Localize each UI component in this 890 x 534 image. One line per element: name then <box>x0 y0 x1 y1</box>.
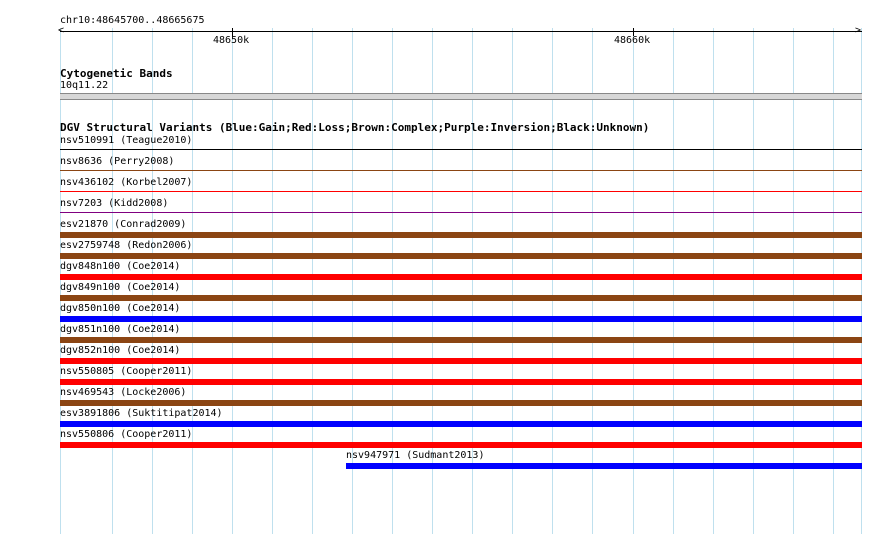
ruler-tick-label: 48650k <box>213 35 250 46</box>
variant-label[interactable]: nsv7203 (Kidd2008) <box>60 198 168 209</box>
coordinate-range: chr10:48645700..48665675 <box>60 15 205 26</box>
variant-label[interactable]: dgv852n100 (Coe2014) <box>60 345 180 356</box>
variant-bar-gain[interactable] <box>60 316 862 322</box>
variant-label[interactable]: nsv947971 (Sudmant2013) <box>346 450 484 461</box>
cytoband-track-title[interactable]: Cytogenetic Bands <box>60 67 173 80</box>
variant-label[interactable]: dgv851n100 (Coe2014) <box>60 324 180 335</box>
variant-bar-complex[interactable] <box>60 295 862 301</box>
variant-bar-loss[interactable] <box>60 379 862 385</box>
variant-label[interactable]: dgv849n100 (Coe2014) <box>60 282 180 293</box>
variant-label[interactable]: esv2759748 (Redon2006) <box>60 240 192 251</box>
ruler-right-arrow-icon: > <box>855 25 862 36</box>
cytoband-label: 10q11.22 <box>60 80 109 91</box>
variant-bar-unknown[interactable] <box>60 149 862 150</box>
variant-bar-loss[interactable] <box>60 191 862 192</box>
variant-bar-complex[interactable] <box>60 232 862 238</box>
variant-label[interactable]: dgv850n100 (Coe2014) <box>60 303 180 314</box>
variant-bar-complex[interactable] <box>60 253 862 259</box>
variant-bar-inversion[interactable] <box>60 212 862 213</box>
variant-bar-gain[interactable] <box>60 421 862 427</box>
cytoband-bar[interactable] <box>60 93 862 100</box>
variant-bar-complex[interactable] <box>60 400 862 406</box>
variant-bar-loss[interactable] <box>60 442 862 448</box>
variant-label[interactable]: nsv8636 (Perry2008) <box>60 156 174 167</box>
variant-label[interactable]: nsv550806 (Cooper2011) <box>60 429 192 440</box>
variant-label[interactable]: dgv848n100 (Coe2014) <box>60 261 180 272</box>
variant-label[interactable]: esv3891806 (Suktitipat2014) <box>60 408 223 419</box>
variant-label[interactable]: nsv550805 (Cooper2011) <box>60 366 192 377</box>
scale-ruler <box>60 31 862 32</box>
dgv-track-title[interactable]: DGV Structural Variants (Blue:Gain;Red:L… <box>60 121 649 134</box>
variant-bar-complex[interactable] <box>60 337 862 343</box>
ruler-left-arrow-icon: < <box>58 25 65 36</box>
variant-label[interactable]: esv21870 (Conrad2009) <box>60 219 186 230</box>
variant-bar-gain[interactable] <box>346 463 862 469</box>
variant-bar-loss[interactable] <box>60 358 862 364</box>
variant-label[interactable]: nsv436102 (Korbel2007) <box>60 177 192 188</box>
variant-label[interactable]: nsv510991 (Teague2010) <box>60 135 192 146</box>
ruler-tick-label: 48660k <box>614 35 651 46</box>
variant-bar-complex[interactable] <box>60 170 862 171</box>
variant-bar-loss[interactable] <box>60 274 862 280</box>
variant-label[interactable]: nsv469543 (Locke2006) <box>60 387 186 398</box>
